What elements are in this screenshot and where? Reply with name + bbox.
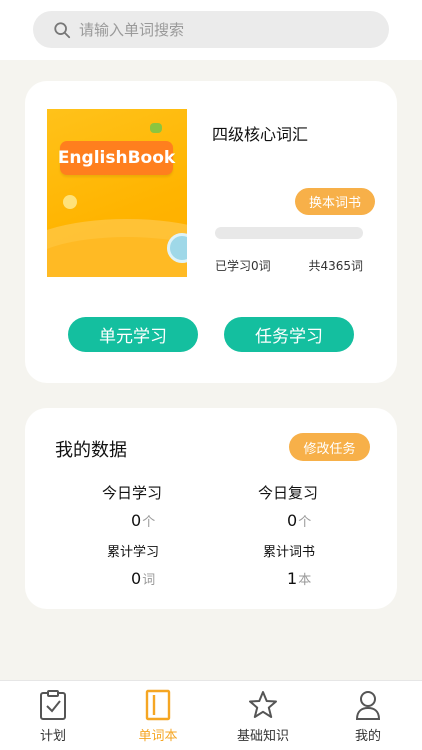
total-study-value: 0词: [131, 569, 156, 588]
tab-mine-label: 我的: [354, 729, 381, 744]
tab-basics-label: 基础知识: [236, 729, 289, 744]
tab-mine[interactable]: 我的: [328, 689, 408, 744]
today-review-value: 0个: [287, 511, 312, 530]
search-icon: [54, 21, 71, 38]
total-books-value: 1本: [287, 569, 312, 588]
book-cover[interactable]: EnglishBook: [47, 109, 187, 277]
today-study-label: 今日学习: [102, 484, 163, 502]
cover-wave: [47, 237, 187, 277]
user-icon: [355, 691, 381, 720]
task-study-button[interactable]: 任务学习: [224, 317, 354, 352]
book-card: EnglishBook 四级核心词汇 换本词书 已学习0词 共4365词 单元学…: [25, 81, 397, 383]
tab-basics[interactable]: 基础知识: [223, 689, 303, 744]
tab-wordbook[interactable]: 单词本: [118, 689, 198, 744]
clipboard-check-icon: [40, 690, 66, 720]
my-data-card: 我的数据 修改任务 今日学习 0个 今日复习 0个 累计学习 0词 累计词书 1…: [25, 408, 397, 609]
book-title: 四级核心词汇: [212, 125, 309, 144]
cover-title: EnglishBook: [58, 141, 175, 175]
book-icon: [145, 689, 171, 721]
today-review-label: 今日复习: [258, 484, 319, 502]
search-placeholder: 请输入单词搜索: [79, 21, 185, 39]
unit-study-button[interactable]: 单元学习: [68, 317, 198, 352]
tab-wordbook-label: 单词本: [138, 729, 178, 744]
switch-book-button[interactable]: 换本词书: [295, 188, 375, 215]
total-books-label: 累计词书: [263, 545, 316, 560]
tab-plan-label: 计划: [39, 729, 66, 744]
search-input[interactable]: 请输入单词搜索: [33, 11, 389, 48]
cover-decoration: [150, 123, 162, 133]
total-count: 共4365词: [308, 259, 363, 273]
total-study-label: 累计学习: [107, 545, 160, 560]
learned-count: 已学习0词: [215, 259, 271, 273]
study-progress-bar: [215, 227, 363, 239]
edit-task-button[interactable]: 修改任务: [289, 433, 370, 461]
today-study-value: 0个: [131, 511, 156, 530]
bottom-tab-bar: 计划 单词本 基础知识 我的: [0, 680, 422, 750]
star-icon: [249, 691, 277, 718]
cover-decoration: [63, 195, 77, 209]
top-bar: 请输入单词搜索: [0, 0, 422, 60]
tab-plan[interactable]: 计划: [13, 689, 93, 744]
my-data-title: 我的数据: [55, 440, 127, 461]
